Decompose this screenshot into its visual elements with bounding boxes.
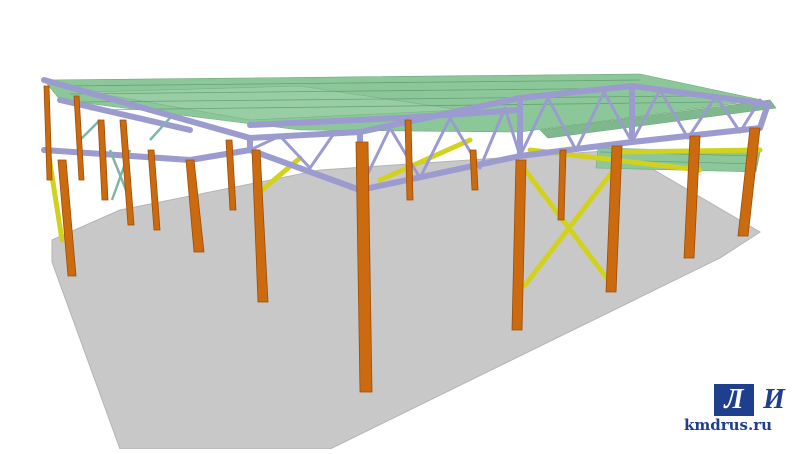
floor-slab xyxy=(51,149,761,450)
structure-viewport[interactable] xyxy=(0,0,800,450)
logo-letter-i: И xyxy=(754,384,794,416)
logo-mark: Л И xyxy=(714,384,794,418)
brand-logo: Л И kmdrus.ru xyxy=(684,384,796,446)
logo-letter-l: Л xyxy=(714,384,754,416)
logo-url-text: kmdrus.ru xyxy=(684,416,773,434)
